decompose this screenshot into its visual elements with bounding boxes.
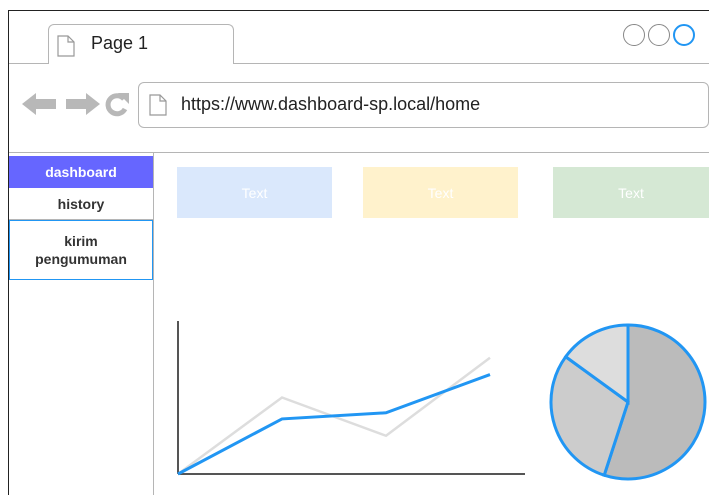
back-arrow-icon[interactable] bbox=[22, 92, 58, 116]
text-block: Text bbox=[553, 167, 709, 218]
tab-divider-gap bbox=[49, 63, 233, 64]
pie-chart bbox=[549, 323, 707, 481]
window-frame-top bbox=[8, 10, 709, 11]
reload-icon[interactable] bbox=[104, 91, 130, 117]
sidebar-item-label: kirim pengumuman bbox=[35, 233, 127, 267]
forward-arrow-icon[interactable] bbox=[64, 92, 100, 116]
url-text: https://www.dashboard-sp.local/home bbox=[181, 94, 481, 114]
page-icon bbox=[57, 35, 75, 57]
address-bar[interactable]: https://www.dashboard-sp.local/home bbox=[138, 82, 709, 128]
series-line bbox=[177, 373, 491, 476]
text-block: Text bbox=[177, 167, 332, 218]
sidebar: dashboard history kirim pengumuman bbox=[9, 153, 154, 495]
page-icon bbox=[149, 94, 167, 116]
browser-tab[interactable]: Page 1 bbox=[48, 24, 234, 64]
window-control-button[interactable] bbox=[623, 24, 645, 46]
sidebar-item-history[interactable]: history bbox=[9, 188, 153, 220]
line-chart bbox=[177, 321, 525, 476]
text-block: Text bbox=[363, 167, 518, 218]
tab-title: Page 1 bbox=[91, 33, 149, 53]
window-control-button-active[interactable] bbox=[673, 24, 695, 46]
sidebar-item-dashboard[interactable]: dashboard bbox=[9, 156, 153, 188]
sidebar-item-kirim-pengumuman[interactable]: kirim pengumuman bbox=[9, 220, 153, 280]
window-control-button[interactable] bbox=[648, 24, 670, 46]
